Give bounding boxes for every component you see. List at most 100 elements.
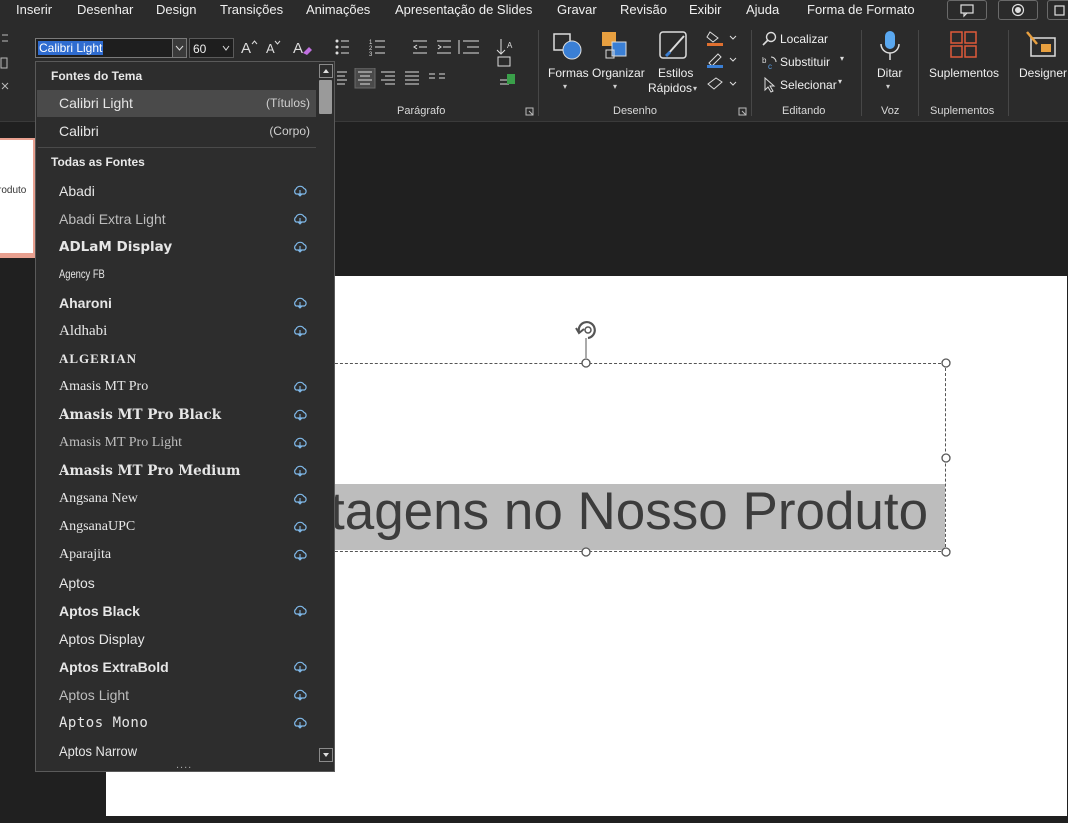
shape-outline-button[interactable] — [706, 52, 738, 71]
font-option[interactable]: AngsanaUPC — [37, 514, 316, 541]
font-option[interactable]: ALGERIAN — [37, 346, 316, 373]
dropdown-scrollbar[interactable] — [318, 63, 334, 770]
font-option-label: Amasis MT Pro Black — [59, 407, 222, 423]
cloud-download-icon — [294, 493, 307, 505]
ribbon-separator — [538, 30, 539, 116]
font-option-calibri-light[interactable]: Calibri Light (Títulos) — [37, 90, 316, 117]
comment-icon — [960, 4, 974, 18]
font-option[interactable]: Amasis MT Pro — [37, 374, 316, 401]
menu-inserir[interactable]: Inserir — [16, 2, 52, 17]
svg-text:A: A — [266, 41, 275, 56]
font-option[interactable]: Abadi Extra Light — [37, 206, 316, 233]
replace-icon: bc — [762, 56, 777, 70]
svg-text:c: c — [768, 62, 772, 70]
resize-grip[interactable]: .... — [176, 759, 192, 771]
resize-handle-bottom[interactable] — [580, 546, 592, 558]
menu-transicoes[interactable]: Transições — [220, 2, 283, 17]
localizar-button[interactable]: Localizar — [762, 30, 842, 48]
substituir-button[interactable]: bc Substituir ▾ — [762, 53, 854, 71]
resize-handle-top[interactable] — [580, 357, 592, 369]
group-label-paragrafo: Parágrafo — [397, 105, 446, 117]
font-option-label: Agency FB — [59, 267, 105, 281]
theme-fonts-header: Fontes do Tema — [51, 69, 143, 83]
resize-handle-right[interactable] — [940, 452, 952, 464]
scroll-up-arrow-icon[interactable] — [319, 64, 333, 78]
chevron-down-icon: ▾ — [613, 82, 618, 91]
menu-apresentacao[interactable]: Apresentação de Slides — [395, 2, 532, 17]
text-direction-icon: A — [496, 39, 513, 55]
font-option[interactable]: Amasis MT Pro Light — [37, 430, 316, 457]
dialog-launcher-icon[interactable] — [738, 107, 747, 116]
scroll-down-arrow-icon[interactable] — [319, 748, 333, 762]
resize-handle-top-right[interactable] — [940, 357, 952, 369]
font-name-combobox[interactable]: Calibri Light — [35, 38, 187, 58]
font-option[interactable]: Aptos ExtraBold — [37, 654, 316, 681]
font-option-label: Aharoni — [59, 295, 112, 311]
share-button[interactable] — [1047, 0, 1068, 20]
shape-effects-button[interactable] — [706, 76, 738, 95]
menu-design[interactable]: Design — [156, 2, 196, 17]
font-option-label: Aptos Light — [59, 687, 130, 703]
font-option[interactable]: Aptos Black — [37, 598, 316, 625]
font-size-value[interactable]: 60 — [193, 42, 206, 56]
menu-forma-de-formato[interactable]: Forma de Formato — [807, 2, 915, 17]
font-option-calibri[interactable]: Calibri (Corpo) — [37, 118, 316, 145]
font-option[interactable]: Aldhabi — [37, 318, 316, 345]
ribbon-separator — [751, 30, 752, 116]
menu-animacoes[interactable]: Animações — [306, 2, 370, 17]
font-option[interactable]: Amasis MT Pro Black — [37, 402, 316, 429]
font-option[interactable]: Amasis MT Pro Medium — [37, 458, 316, 485]
organizar-label: Organizar — [592, 66, 645, 80]
suplementos-button[interactable] — [950, 31, 978, 62]
selecionar-button[interactable]: Selecionar ▾ — [762, 76, 854, 94]
font-option[interactable]: Aharoni — [37, 290, 316, 317]
organizar-button[interactable] — [600, 30, 634, 65]
decrease-font-size-button[interactable]: A — [264, 38, 284, 59]
font-option[interactable]: ADLaM Display — [37, 234, 316, 261]
scroll-thumb[interactable] — [319, 80, 332, 114]
font-name-value[interactable]: Calibri Light — [38, 41, 104, 55]
increase-font-size-button[interactable]: A — [240, 38, 260, 59]
shape-fill-button[interactable] — [706, 30, 738, 49]
chevron-down-icon[interactable] — [221, 41, 231, 55]
justify-icon — [405, 71, 419, 85]
font-size-combobox[interactable]: 60 — [189, 38, 234, 58]
font-option[interactable]: Aptos — [37, 570, 316, 597]
designer-icon — [1026, 31, 1056, 57]
cloud-download-icon — [294, 381, 307, 393]
comments-button[interactable] — [947, 0, 987, 20]
dialog-launcher-icon[interactable] — [525, 107, 534, 116]
menu-desenhar[interactable]: Desenhar — [77, 2, 133, 17]
clear-formatting-button[interactable]: A — [292, 37, 314, 60]
ditar-button[interactable] — [877, 30, 903, 67]
ribbon-separator — [1008, 30, 1009, 116]
font-option[interactable]: Aparajita — [37, 542, 316, 569]
record-button[interactable] — [998, 0, 1038, 20]
menu-gravar[interactable]: Gravar — [557, 2, 597, 17]
font-name-dropdown-arrow[interactable] — [172, 39, 186, 57]
font-option[interactable]: Aptos Light — [37, 682, 316, 709]
align-left-icon — [337, 71, 347, 85]
designer-button[interactable] — [1025, 30, 1057, 63]
estilos-rapidos-button[interactable] — [658, 30, 692, 67]
svg-text:3: 3 — [369, 52, 373, 58]
font-dropdown-list[interactable]: Fontes do Tema Calibri Light (Títulos) C… — [35, 61, 335, 772]
menu-exibir[interactable]: Exibir — [689, 2, 722, 17]
formas-button[interactable] — [550, 30, 586, 65]
font-option[interactable]: Agency FB — [37, 262, 316, 289]
slide-title-text[interactable]: tagens no Nosso Produto — [330, 481, 928, 542]
menu-ajuda[interactable]: Ajuda — [746, 2, 779, 17]
font-option-label: Aparajita — [59, 547, 112, 562]
cloud-download-icon — [294, 297, 307, 309]
resize-handle-bottom-right[interactable] — [940, 546, 952, 558]
slide-thumbnail[interactable]: roduto — [0, 138, 35, 255]
line-spacing-icon — [458, 40, 479, 54]
align-text-icon[interactable] — [497, 56, 527, 95]
font-option[interactable]: Aptos Mono — [37, 710, 316, 737]
font-option[interactable]: Angsana New — [37, 486, 316, 513]
menu-bar: Inserir Desenhar Design Transições Anima… — [0, 0, 1068, 22]
font-option[interactable]: Abadi — [37, 178, 316, 205]
font-option[interactable]: Aptos Display — [37, 626, 316, 653]
menu-revisao[interactable]: Revisão — [620, 2, 667, 17]
effects-icon — [707, 77, 737, 90]
